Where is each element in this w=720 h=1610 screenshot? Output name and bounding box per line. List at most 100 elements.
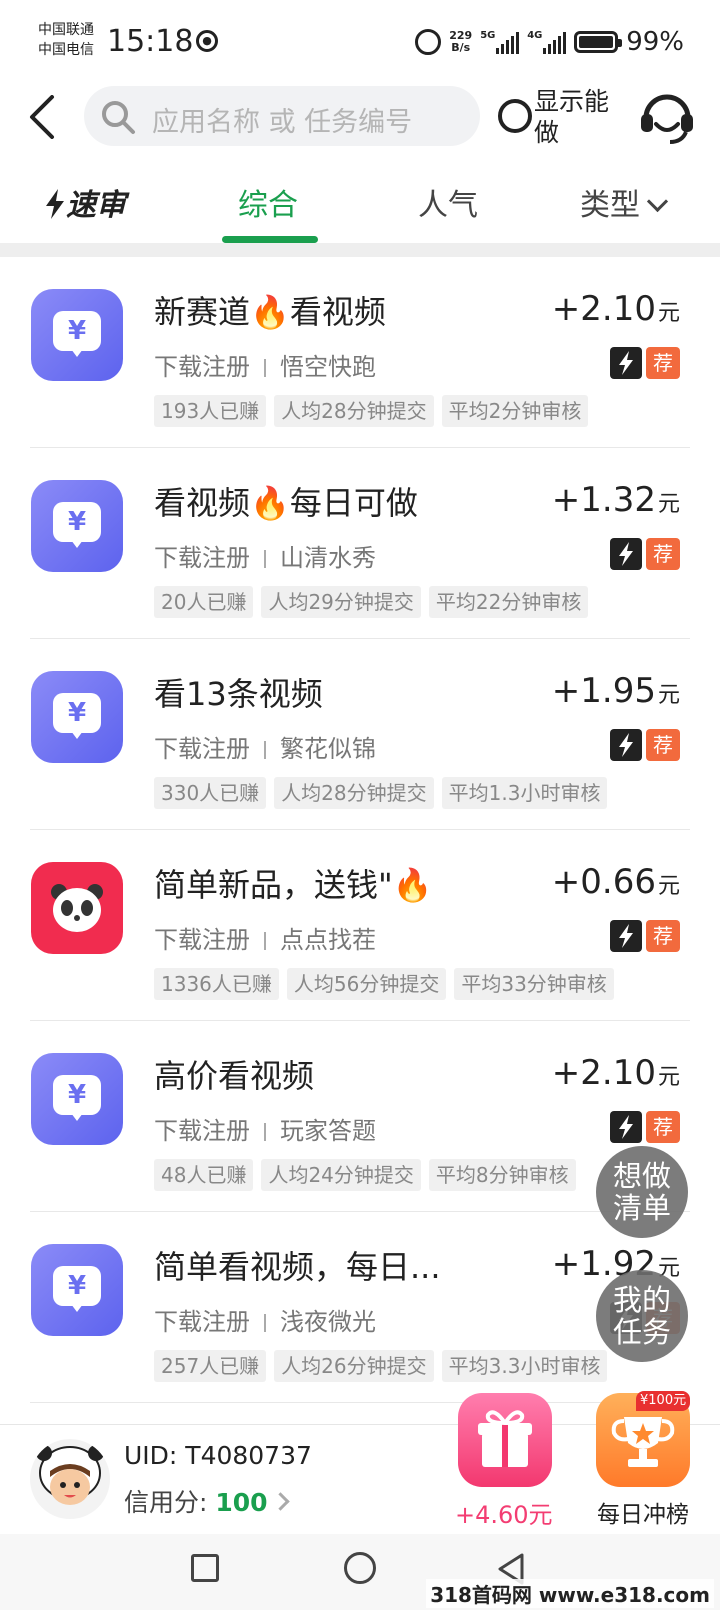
task-meta: 下载注册 山清水秀 xyxy=(154,538,376,573)
task-item[interactable]: ¥ 新赛道🔥看视频 +2.10元 下载注册 悟空快跑 荐 193人已赚 人均28分… xyxy=(0,257,720,448)
status-time: 15:18 xyxy=(107,24,194,59)
task-list: ¥ 新赛道🔥看视频 +2.10元 下载注册 悟空快跑 荐 193人已赚 人均28分… xyxy=(0,257,720,1403)
reward-unit: 元 xyxy=(657,301,680,326)
signal-5g-icon: 5G xyxy=(480,30,520,54)
task-meta: 下载注册 点点找茬 xyxy=(154,920,376,955)
lightning-icon xyxy=(46,189,64,219)
app-icon: ¥ xyxy=(31,289,123,381)
my-tasks-float-button[interactable]: 我的 任务 xyxy=(596,1270,688,1362)
reward-unit: 元 xyxy=(657,492,680,517)
avg-submit-tag: 人均56分钟提交 xyxy=(286,968,447,1000)
carrier-info: 中国联通 中国电信 xyxy=(38,20,94,60)
back-button[interactable] xyxy=(26,95,62,139)
watermark: 318首码网 www.e318.com xyxy=(426,1579,714,1608)
avg-review-tag: 平均22分钟审核 xyxy=(428,586,589,618)
customer-service-button[interactable] xyxy=(638,88,696,148)
radio-icon[interactable] xyxy=(498,99,532,133)
system-nav-bar: 318首码网 www.e318.com xyxy=(0,1534,720,1610)
task-item[interactable]: 简单新品，送钱"🔥 +0.66元 下载注册 点点找茬 荐 1336人已赚 人均56… xyxy=(0,830,720,1021)
bottom-bar: UID: T4080737 信用分: 100 +4.60元 ¥100元 每日冲榜 xyxy=(0,1391,720,1533)
gift-amount: +4.60元 xyxy=(455,1501,553,1529)
app-icon: ¥ xyxy=(31,1244,123,1336)
avg-submit-tag: 人均29分钟提交 xyxy=(261,586,421,618)
reward-amount: +1.95 xyxy=(551,671,656,711)
task-title: 简单看视频，每日... xyxy=(154,1248,441,1286)
avg-submit-tag: 人均28分钟提交 xyxy=(274,395,434,427)
reward-amount: +0.66 xyxy=(551,862,656,902)
app-icon-panda xyxy=(31,862,123,954)
task-tags: 1336人已赚 人均56分钟提交 平均33分钟审核 xyxy=(154,968,614,1000)
recent-apps-button[interactable] xyxy=(191,1554,219,1582)
task-title: 看13条视频 xyxy=(154,675,323,713)
avg-review-tag: 平均3.3小时审核 xyxy=(441,1350,608,1382)
app-icon: ¥ xyxy=(31,480,123,572)
status-bar: 中国联通 中国电信 15:18 ● 229 B/s 5G 4G 99% xyxy=(0,0,720,80)
recommend-badge: 荐 xyxy=(646,920,680,952)
signal-4g-icon: 4G xyxy=(527,30,567,54)
wishlist-float-button[interactable]: 想做 清单 xyxy=(596,1146,688,1238)
task-tags: 20人已赚 人均29分钟提交 平均22分钟审核 xyxy=(154,586,589,618)
avg-review-tag: 平均1.3小时审核 xyxy=(441,777,608,809)
task-meta: 下载注册 繁花似锦 xyxy=(154,729,376,764)
task-meta: 下载注册 浅夜微光 xyxy=(154,1302,376,1337)
tab-comprehensive-label: 综合 xyxy=(238,188,298,223)
avatar[interactable] xyxy=(30,1439,110,1519)
recommend-badge: 荐 xyxy=(646,1111,680,1143)
recommend-badge: 荐 xyxy=(646,729,680,761)
search-input[interactable]: 应用名称 或 任务编号 xyxy=(84,86,480,146)
credit-score[interactable]: 信用分: 100 xyxy=(124,1483,290,1519)
fast-badge-icon xyxy=(610,538,642,570)
credit-label: 信用分: xyxy=(124,1488,216,1517)
show-doable-toggle[interactable]: 显示能做 xyxy=(498,86,618,147)
yuan-icon: ¥ xyxy=(53,693,101,739)
section-divider xyxy=(0,243,720,257)
task-title: 高价看视频 xyxy=(154,1057,315,1095)
task-app-name: 繁花似锦 xyxy=(280,735,376,763)
avatar-panda-kid-icon xyxy=(36,1445,104,1505)
signal-5g-label: 5G xyxy=(480,30,496,41)
tab-type[interactable]: 类型 xyxy=(580,180,669,224)
tab-comprehensive[interactable]: 综合 xyxy=(238,180,298,224)
task-app-name: 浅夜微光 xyxy=(280,1308,376,1336)
my-tasks-line-2: 任务 xyxy=(612,1315,671,1349)
reward-amount: +2.10 xyxy=(551,289,656,329)
task-title: 新赛道🔥看视频 xyxy=(154,293,386,331)
yuan-icon: ¥ xyxy=(53,502,101,548)
carrier-1: 中国联通 xyxy=(38,22,94,38)
carrier-2: 中国电信 xyxy=(38,42,94,58)
my-tasks-line-1: 我的 xyxy=(612,1283,671,1317)
task-item[interactable]: ¥ 看视频🔥每日可做 +1.32元 下载注册 山清水秀 荐 20人已赚 人均29分… xyxy=(0,448,720,639)
panda-icon xyxy=(51,884,103,932)
net-speed-unit: B/s xyxy=(451,41,471,54)
task-tags: 48人已赚 人均24分钟提交 平均8分钟审核 xyxy=(154,1159,576,1191)
user-uid: UID: T4080737 xyxy=(124,1441,312,1470)
battery-percent: 99% xyxy=(626,27,684,57)
reward-unit: 元 xyxy=(657,874,680,899)
home-button[interactable] xyxy=(344,1552,376,1584)
task-category: 下载注册 xyxy=(154,353,250,381)
fast-badge-icon xyxy=(610,1111,642,1143)
task-app-name: 悟空快跑 xyxy=(280,353,376,381)
tab-popularity[interactable]: 人气 xyxy=(418,180,478,224)
reward-unit: 元 xyxy=(657,683,680,708)
daily-rank-label: 每日冲榜 xyxy=(597,1502,689,1528)
task-item[interactable]: ¥ 看13条视频 +1.95元 下载注册 繁花似锦 荐 330人已赚 人均28分钟… xyxy=(0,639,720,830)
earned-count-tag: 330人已赚 xyxy=(154,777,267,809)
task-category: 下载注册 xyxy=(154,544,250,572)
task-title: 简单新品，送钱"🔥 xyxy=(154,866,433,904)
task-reward: +2.10元 xyxy=(552,289,680,329)
recommend-badge: 荐 xyxy=(646,538,680,570)
task-category: 下载注册 xyxy=(154,1117,250,1145)
status-indicators: 229 B/s 5G 4G 99% xyxy=(415,24,684,60)
gift-button[interactable] xyxy=(458,1393,552,1487)
wishlist-line-2: 清单 xyxy=(612,1191,671,1225)
tab-fast-review[interactable]: 速审 xyxy=(44,180,126,224)
task-reward: +1.32元 xyxy=(552,480,680,520)
avg-review-tag: 平均33分钟审核 xyxy=(454,968,614,1000)
avg-submit-tag: 人均24分钟提交 xyxy=(261,1159,421,1191)
task-reward: +0.66元 xyxy=(552,862,680,902)
earned-count-tag: 1336人已赚 xyxy=(154,968,279,1000)
tab-type-label: 类型 xyxy=(580,188,640,223)
recommend-badge: 荐 xyxy=(646,347,680,379)
task-app-name: 玩家答题 xyxy=(280,1117,376,1145)
